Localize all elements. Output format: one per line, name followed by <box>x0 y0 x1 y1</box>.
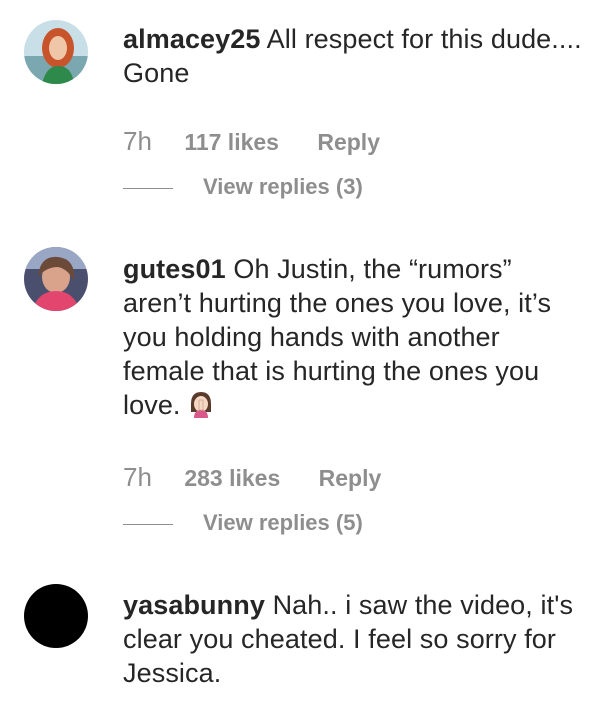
comment-meta: 7h 283 likes Reply <box>123 462 381 493</box>
avatar[interactable] <box>24 247 88 311</box>
username[interactable]: almacey25 <box>123 24 261 54</box>
comment-text: almacey25 All respect for this dude.... … <box>123 22 583 90</box>
likes-count[interactable]: 283 likes <box>184 465 280 492</box>
comment-meta: 7h 117 likes Reply <box>123 126 380 157</box>
woman-facepalming-emoji-icon <box>188 390 214 426</box>
avatar[interactable] <box>24 20 88 84</box>
username[interactable]: yasabunny <box>123 590 265 620</box>
comment-text: gutes01 Oh Justin, the “rumors” aren’t h… <box>123 252 583 426</box>
username[interactable]: gutes01 <box>123 254 226 284</box>
view-replies-label: View replies (5) <box>203 510 363 535</box>
divider-line <box>123 523 173 525</box>
divider-line <box>123 187 173 189</box>
timestamp[interactable]: 7h <box>123 126 152 157</box>
reply-button[interactable]: Reply <box>317 129 380 156</box>
timestamp[interactable]: 7h <box>123 462 152 493</box>
view-replies-label: View replies (3) <box>203 174 363 199</box>
view-replies[interactable]: View replies (5) <box>123 510 363 536</box>
view-replies[interactable]: View replies (3) <box>123 174 363 200</box>
avatar[interactable] <box>24 584 88 648</box>
comment-text: yasabunny Nah.. i saw the video, it's cl… <box>123 588 583 690</box>
likes-count[interactable]: 117 likes <box>184 129 279 156</box>
reply-button[interactable]: Reply <box>319 465 382 492</box>
